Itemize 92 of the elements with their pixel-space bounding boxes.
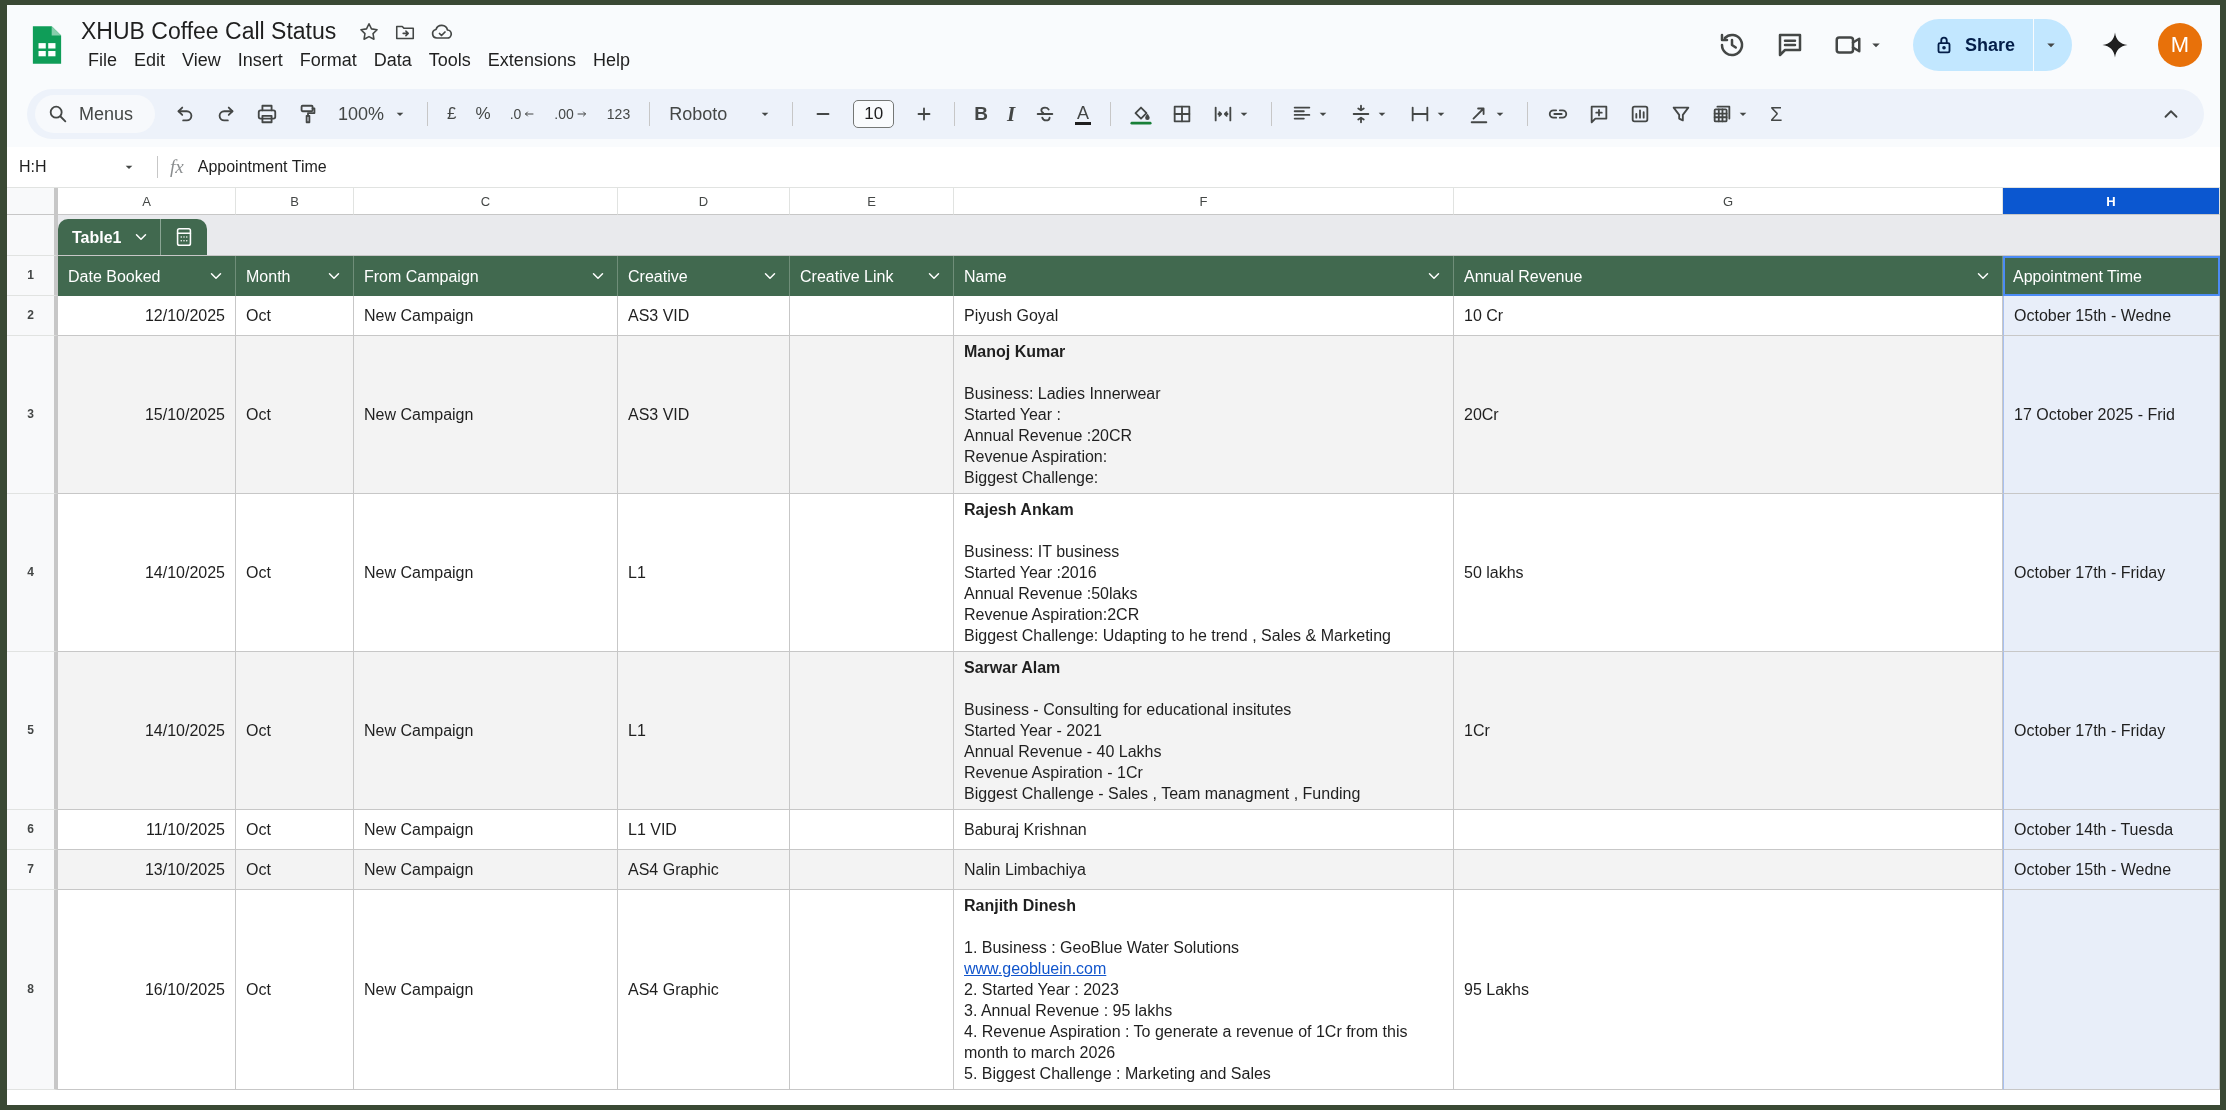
contact-name: Ranjith Dinesh <box>964 896 1077 916</box>
table-cell: Oct <box>236 890 354 1090</box>
italic-button[interactable]: I <box>1006 101 1016 127</box>
row-header[interactable]: 2 <box>7 296 58 336</box>
table-cell: New Campaign <box>354 336 618 494</box>
column-header[interactable]: G <box>1454 188 2003 215</box>
table-header-cell[interactable]: From Campaign <box>354 256 618 296</box>
menu-item[interactable]: Help <box>585 49 637 72</box>
table-cell: New Campaign <box>354 890 618 1090</box>
table-cell: October 17th - Friday <box>2003 494 2220 652</box>
table-cell: AS4 Graphic <box>618 850 790 890</box>
column-header[interactable]: B <box>236 188 354 215</box>
contact-name: Manoj Kumar <box>964 342 1067 362</box>
table-cell: 15/10/2025 <box>58 336 236 494</box>
table-header-cell[interactable]: Creative <box>618 256 790 296</box>
increase-decimals-button[interactable]: .00 <box>554 106 588 122</box>
table-cell: AS3 VID <box>618 336 790 494</box>
table-header-cell[interactable]: Month <box>236 256 354 296</box>
font-dropdown[interactable]: Roboto <box>669 103 774 125</box>
table-cell: 14/10/2025 <box>58 652 236 810</box>
contact-name: Sarwar Alam <box>964 658 1062 678</box>
bold-button[interactable]: B <box>974 103 988 125</box>
formula-content[interactable]: Appointment Time <box>197 158 327 176</box>
arrow-left-icon <box>523 108 536 120</box>
contact-details: 1. Business : GeoBlue Water Solutions www.geobluein.com 2. Started Year : 2023 3. Annual Revenue : 95 lakhs 4. Revenue Aspiration : To generate a revenue of 1Cr from this month to march 2026 5. Biggest Challenge : Marketing and Sales <box>964 938 1409 1084</box>
name-box[interactable]: H:H <box>19 158 145 176</box>
menu-item[interactable]: Data <box>366 49 419 72</box>
sum-button[interactable]: Σ <box>1770 102 1783 126</box>
search-icon <box>47 103 69 125</box>
table-header-cell[interactable]: Creative Link <box>790 256 954 296</box>
table-header-cell[interactable]: Date Booked <box>58 256 236 296</box>
zoom-dropdown[interactable]: 100% <box>338 103 409 125</box>
currency-button[interactable]: £ <box>447 104 457 124</box>
column-header[interactable]: F <box>954 188 1454 215</box>
row-header[interactable]: 3 <box>7 336 58 494</box>
row-header[interactable]: 5 <box>7 652 58 810</box>
table-cell: Oct <box>236 336 354 494</box>
table-cell: October 15th - Wedne <box>2003 296 2220 336</box>
table-cell: 20Cr <box>1454 336 2003 494</box>
contact-details: Business: IT business Started Year :2016 Annual Revenue :50laks Revenue Aspiration:2CR Biggest Challenge: Udapting to he trend , Sales & Marketing <box>964 542 1392 646</box>
table-cell: October 14th - Tuesda <box>2003 810 2220 850</box>
row-header[interactable]: 1 <box>7 256 58 296</box>
row-header[interactable]: 4 <box>7 494 58 652</box>
table-tab[interactable]: Table1 <box>58 219 207 255</box>
menu-item[interactable]: Format <box>292 49 364 72</box>
contact-details: Business - Consulting for educational insitutes Started Year - 2021 Annual Revenue - 40 Lakhs Revenue Aspiration - 1Cr Biggest Challenge - Sales , Team managment , Funding <box>964 700 1362 804</box>
text-color-button[interactable]: A <box>1075 103 1092 125</box>
menu-item[interactable]: Extensions <box>480 49 583 72</box>
menu-item[interactable]: Tools <box>421 49 478 72</box>
table-header-cell[interactable]: Name <box>954 256 1454 296</box>
column-header[interactable]: C <box>354 188 618 215</box>
table-cell: October 15th - Wedne <box>2003 850 2220 890</box>
table-cell: 1Cr <box>1454 652 2003 810</box>
column-header[interactable]: D <box>618 188 790 215</box>
contact-details: Business: Ladies Innerwear Started Year : Annual Revenue :20CR Revenue Aspiration: Biggest Challenge: <box>964 384 1162 488</box>
print-icon[interactable] <box>256 103 279 125</box>
row-header[interactable]: 8 <box>7 890 58 1090</box>
table-cell: 13/10/2025 <box>58 850 236 890</box>
menus-search-button[interactable]: Menus <box>35 95 156 133</box>
table-cell: New Campaign <box>354 850 618 890</box>
column-header[interactable]: E <box>790 188 954 215</box>
fx-label: fx <box>170 156 184 178</box>
column-header[interactable]: A <box>58 188 236 215</box>
number-format-button[interactable]: 123 <box>606 106 631 122</box>
contact-name: Rajesh Ankam <box>964 500 1075 520</box>
document-title[interactable]: XHUB Coffee Call Status <box>81 18 337 45</box>
menu-item[interactable]: Insert <box>230 49 290 72</box>
column-header[interactable]: H <box>2003 188 2220 215</box>
table-cell: New Campaign <box>354 652 618 810</box>
row-header[interactable]: 6 <box>7 810 58 850</box>
website-link[interactable]: www.geobluein.com <box>964 960 1107 977</box>
table-cell: L1 <box>618 652 790 810</box>
share-button[interactable]: Share <box>1912 19 2072 71</box>
table-cell: Oct <box>236 850 354 890</box>
menu-item[interactable]: File <box>81 49 124 72</box>
table-cell: AS4 Graphic <box>618 890 790 1090</box>
star-icon[interactable] <box>358 20 381 43</box>
table-cell: 16/10/2025 <box>58 890 236 1090</box>
menu-item[interactable]: View <box>175 49 228 72</box>
table-cell: Nalin Limbachiya <box>954 850 1454 890</box>
table-header-cell[interactable]: Appointment Time <box>2003 256 2220 296</box>
font-size-field[interactable]: 10 <box>853 100 895 128</box>
arrow-right-icon <box>575 108 588 120</box>
table-cell: 17 October 2025 - Frid <box>2003 336 2220 494</box>
table-cell: Oct <box>236 652 354 810</box>
table-header-cell[interactable]: Annual Revenue <box>1454 256 2003 296</box>
decrease-decimals-button[interactable]: .0 <box>509 106 536 122</box>
table-cell: October 17th - Friday <box>2003 652 2220 810</box>
menu-item[interactable]: Edit <box>127 49 173 72</box>
sheets-logo-icon[interactable] <box>31 24 63 66</box>
row-header[interactable]: 7 <box>7 850 58 890</box>
percent-button[interactable]: % <box>475 104 491 124</box>
